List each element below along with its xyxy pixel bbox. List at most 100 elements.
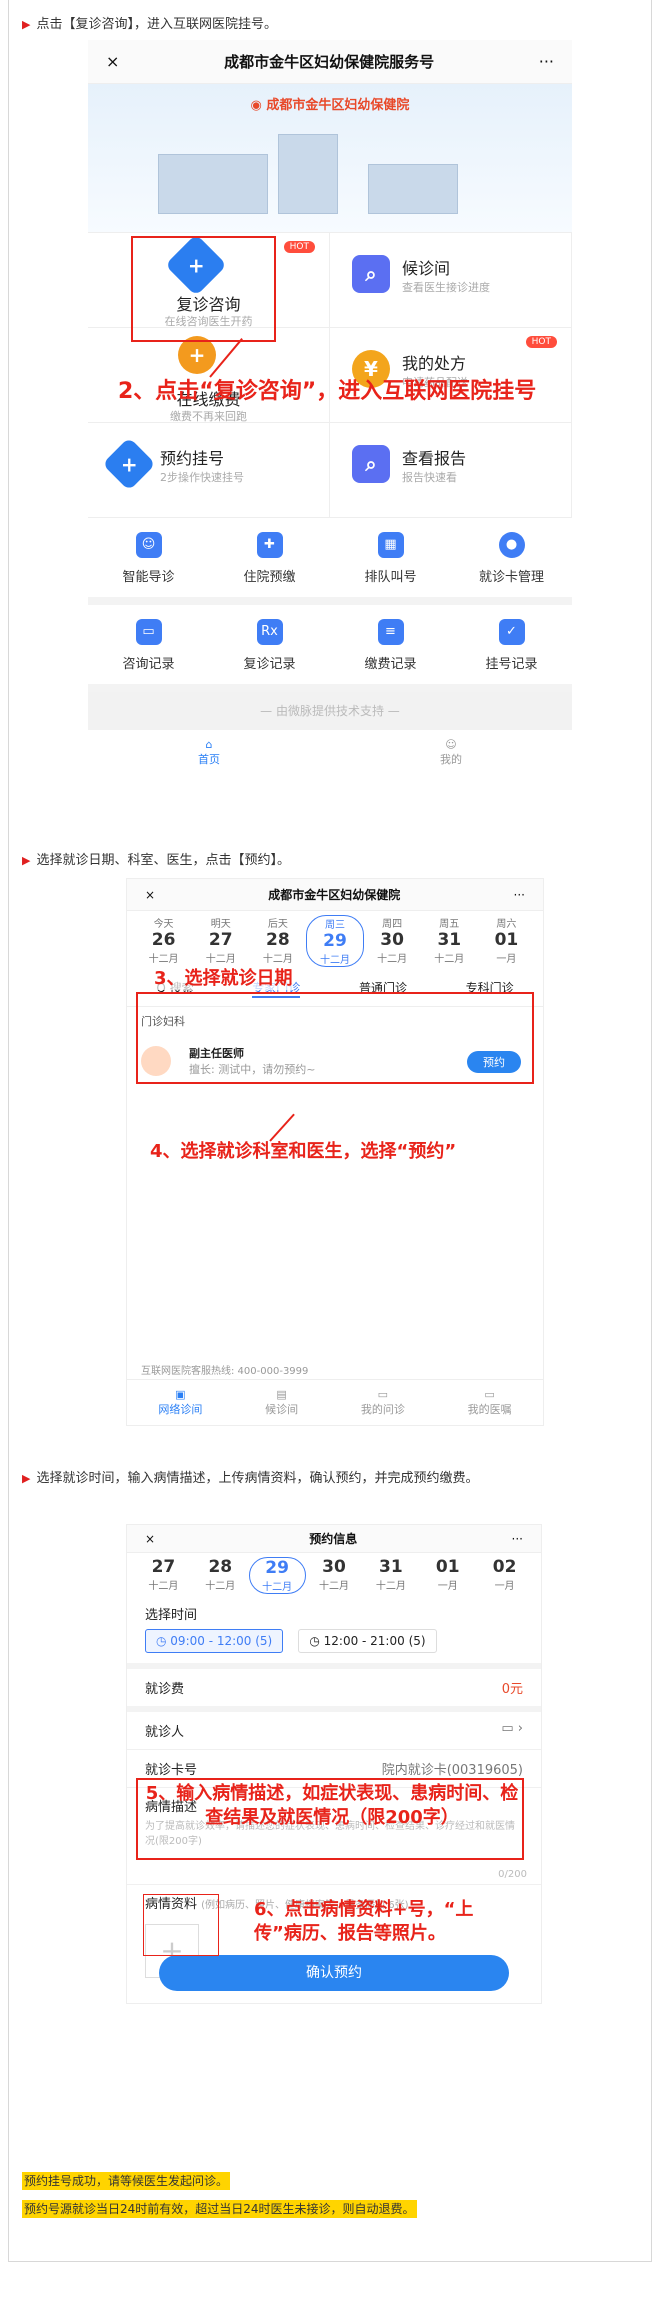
clock-icon: ◷	[309, 1634, 324, 1648]
clinic-icon: ▣	[175, 1388, 186, 1401]
date-item[interactable]: 28 十二月	[192, 1557, 249, 1594]
quick-menu-row1: ☺ 智能导诊 ✚ 住院预缴 ▦ 排队叫号 ● 就诊卡管理	[88, 518, 572, 605]
bag-icon: ✚	[256, 532, 283, 558]
step3-caption: ▶ 选择就诊时间，输入病情描述，上传病情资料，确认预约，并完成预约缴费。	[22, 1471, 479, 1486]
date-item[interactable]: 今天 26 十二月	[135, 915, 192, 967]
time-slot-afternoon[interactable]: ◷ 12:00 - 21:00 (5)	[298, 1629, 437, 1653]
tab-net-clinic[interactable]: ▣ 网络诊间	[158, 1388, 202, 1417]
nav-title: 成都市金牛区妇幼保健院服务号	[224, 53, 435, 71]
date-item[interactable]: 周五 31 十二月	[421, 915, 478, 967]
time-slot-morning[interactable]: ◷ 09:00 - 12:00 (5)	[145, 1629, 284, 1653]
wechat-nav: × 预约信息 ···	[127, 1525, 541, 1553]
menu-queue[interactable]: ▦ 排队叫号	[330, 532, 451, 585]
step3-annotation: 3、选择就诊日期	[154, 968, 293, 990]
fee-row: 就诊费 0元	[127, 1669, 541, 1712]
nav-title: 预约信息	[309, 1532, 358, 1546]
date-item[interactable]: 01 一月	[419, 1557, 476, 1594]
date-item-selected[interactable]: 周三 29 十二月	[306, 915, 364, 967]
building-illustration	[368, 164, 458, 214]
plus-icon: +	[102, 437, 156, 491]
face-icon: ☺	[135, 532, 162, 558]
date-item[interactable]: 02 一月	[476, 1557, 533, 1594]
char-counter: 0/200	[498, 1869, 527, 1880]
date-item[interactable]: 明天 27 十二月	[192, 915, 249, 967]
hospital-banner: ◉ 成都市金牛区妇幼保健院	[88, 84, 572, 232]
confirm-booking-button[interactable]: 确认预约	[159, 1955, 509, 1991]
close-icon[interactable]: ×	[106, 52, 119, 71]
chat-icon: ▭	[135, 619, 162, 645]
chat-icon: ▭	[377, 1388, 389, 1401]
tab-home[interactable]: ⌂ 首页	[198, 738, 220, 767]
menu-followup-records[interactable]: Rx 复诊记录	[209, 619, 330, 672]
hotline: 互联网医院客服热线: 400-000-3999	[141, 1366, 309, 1377]
menu-consult-records[interactable]: ▭ 咨询记录	[88, 619, 209, 672]
note-icon: ▭	[484, 1388, 495, 1401]
tab-my-consults[interactable]: ▭ 我的问诊	[361, 1388, 405, 1417]
tab-waiting[interactable]: ▤ 候诊间	[265, 1388, 298, 1417]
bill-icon: ≡	[377, 619, 404, 645]
date-picker: 今天 26 十二月 明天 27 十二月 后天 28 十二月 周三 29 十二月 周四 30 十二月 …	[127, 911, 543, 971]
menu-card-manage[interactable]: ● 就诊卡管理	[451, 532, 572, 585]
clock-icon: ◷	[156, 1634, 171, 1648]
tile-waiting-room[interactable]: ⌕ 候诊间 查看医生接诊进度	[330, 233, 572, 328]
date-item[interactable]: 30 十二月	[306, 1557, 363, 1594]
date-item[interactable]: 周六 01 一月	[478, 915, 535, 967]
more-icon[interactable]: ···	[539, 52, 554, 71]
report-icon: ⌕	[352, 445, 390, 483]
chevron-right-icon: ▭ ›	[501, 1721, 523, 1736]
more-icon[interactable]: ···	[514, 888, 525, 902]
menu-payment-records[interactable]: ≡ 缴费记录	[330, 619, 451, 672]
tab-my-orders[interactable]: ▭ 我的医嘱	[468, 1388, 512, 1417]
date-item[interactable]: 后天 28 十二月	[249, 915, 306, 967]
notice-success: 预约挂号成功，请等候医生发起问诊。	[22, 2172, 231, 2190]
home-icon: ⌂	[205, 738, 213, 751]
user-icon: ●	[498, 532, 525, 558]
step5-annotation: 5、输入病情描述，如症状表现、患病时间、检查结果及就医情况（限200字）	[145, 1783, 519, 1828]
date-item[interactable]: 27 十二月	[135, 1557, 192, 1594]
user-icon: ☺	[445, 738, 457, 751]
highlight-box	[136, 992, 534, 1084]
hot-badge: HOT	[283, 241, 315, 253]
wechat-nav: × 成都市金牛区妇幼保健院 ···	[127, 879, 543, 911]
rp-icon: Rx	[256, 619, 283, 645]
grid-icon: ▦	[377, 532, 404, 558]
highlight-box	[131, 236, 276, 342]
patient-row[interactable]: 就诊人 ▭ ›	[127, 1712, 541, 1750]
date-item[interactable]: 周四 30 十二月	[364, 915, 421, 967]
menu-booking-records[interactable]: ✓ 挂号记录	[451, 619, 572, 672]
tab-bar: ▣ 网络诊间 ▤ 候诊间 ▭ 我的问诊 ▭ 我的医嘱	[127, 1379, 543, 1425]
wechat-nav: × 成都市金牛区妇幼保健院服务号 ···	[88, 40, 572, 84]
tile-reports[interactable]: ⌕ 查看报告 报告快速看	[330, 423, 572, 518]
date-picker: 27 十二月 28 十二月 29 十二月 30 十二月 31 十二月 01 一月 02 一月	[127, 1553, 541, 1598]
close-icon[interactable]: ×	[145, 1532, 155, 1546]
building-illustration	[158, 154, 268, 214]
date-item-selected[interactable]: 29 十二月	[248, 1557, 306, 1594]
tab-mine[interactable]: ☺ 我的	[440, 738, 462, 767]
menu-smart-guide[interactable]: ☺ 智能导诊	[88, 532, 209, 585]
tile-appointment[interactable]: + 预约挂号 2步操作快速挂号	[88, 423, 330, 518]
tile-prescription[interactable]: HOT ¥ 我的处方 申请药品配送	[330, 328, 572, 423]
building-illustration	[278, 134, 338, 214]
tab-bar: ⌂ 首页 ☺ 我的	[88, 730, 572, 775]
close-icon[interactable]: ×	[145, 888, 155, 902]
time-label: 选择时间	[145, 1608, 198, 1623]
step4-annotation: 4、选择就诊科室和医生，选择“预约”	[150, 1141, 457, 1162]
notice-refund: 预约号源就诊当日24时前有效，超过当日24时医生未接诊，则自动退费。	[22, 2200, 417, 2218]
nav-title: 成都市金牛区妇幼保健院	[268, 888, 401, 902]
highlight-box	[143, 1894, 219, 1956]
step1-screenshot: × 成都市金牛区妇幼保健院服务号 ··· ◉ 成都市金牛区妇幼保健院 HOT +…	[88, 40, 572, 832]
calendar-icon: ▤	[276, 1388, 287, 1401]
hospital-brand: ◉ 成都市金牛区妇幼保健院	[250, 98, 410, 113]
support-footer: — 由微脉提供技术支持 —	[88, 692, 572, 730]
step6-annotation: 6、点击病情资料+号，“上传”病历、报告等照片。	[254, 1899, 474, 1944]
more-icon[interactable]: ···	[512, 1532, 523, 1546]
step2-caption: ▶ 选择就诊日期、科室、医生，点击【预约】。	[22, 853, 290, 868]
time-slots: ◷ 09:00 - 12:00 (5) ◷ 12:00 - 21:00 (5)	[127, 1629, 541, 1669]
quick-menu-row2: ▭ 咨询记录 Rx 复诊记录 ≡ 缴费记录 ✓ 挂号记录	[88, 605, 572, 692]
hot-badge: HOT	[525, 336, 557, 348]
check-icon: ✓	[498, 619, 525, 645]
search-doc-icon: ⌕	[352, 255, 390, 293]
date-item[interactable]: 31 十二月	[362, 1557, 419, 1594]
menu-inpatient-prepay[interactable]: ✚ 住院预缴	[209, 532, 330, 585]
step1-caption: ▶ 点击【复诊咨询】，进入互联网医院挂号。	[22, 17, 277, 32]
